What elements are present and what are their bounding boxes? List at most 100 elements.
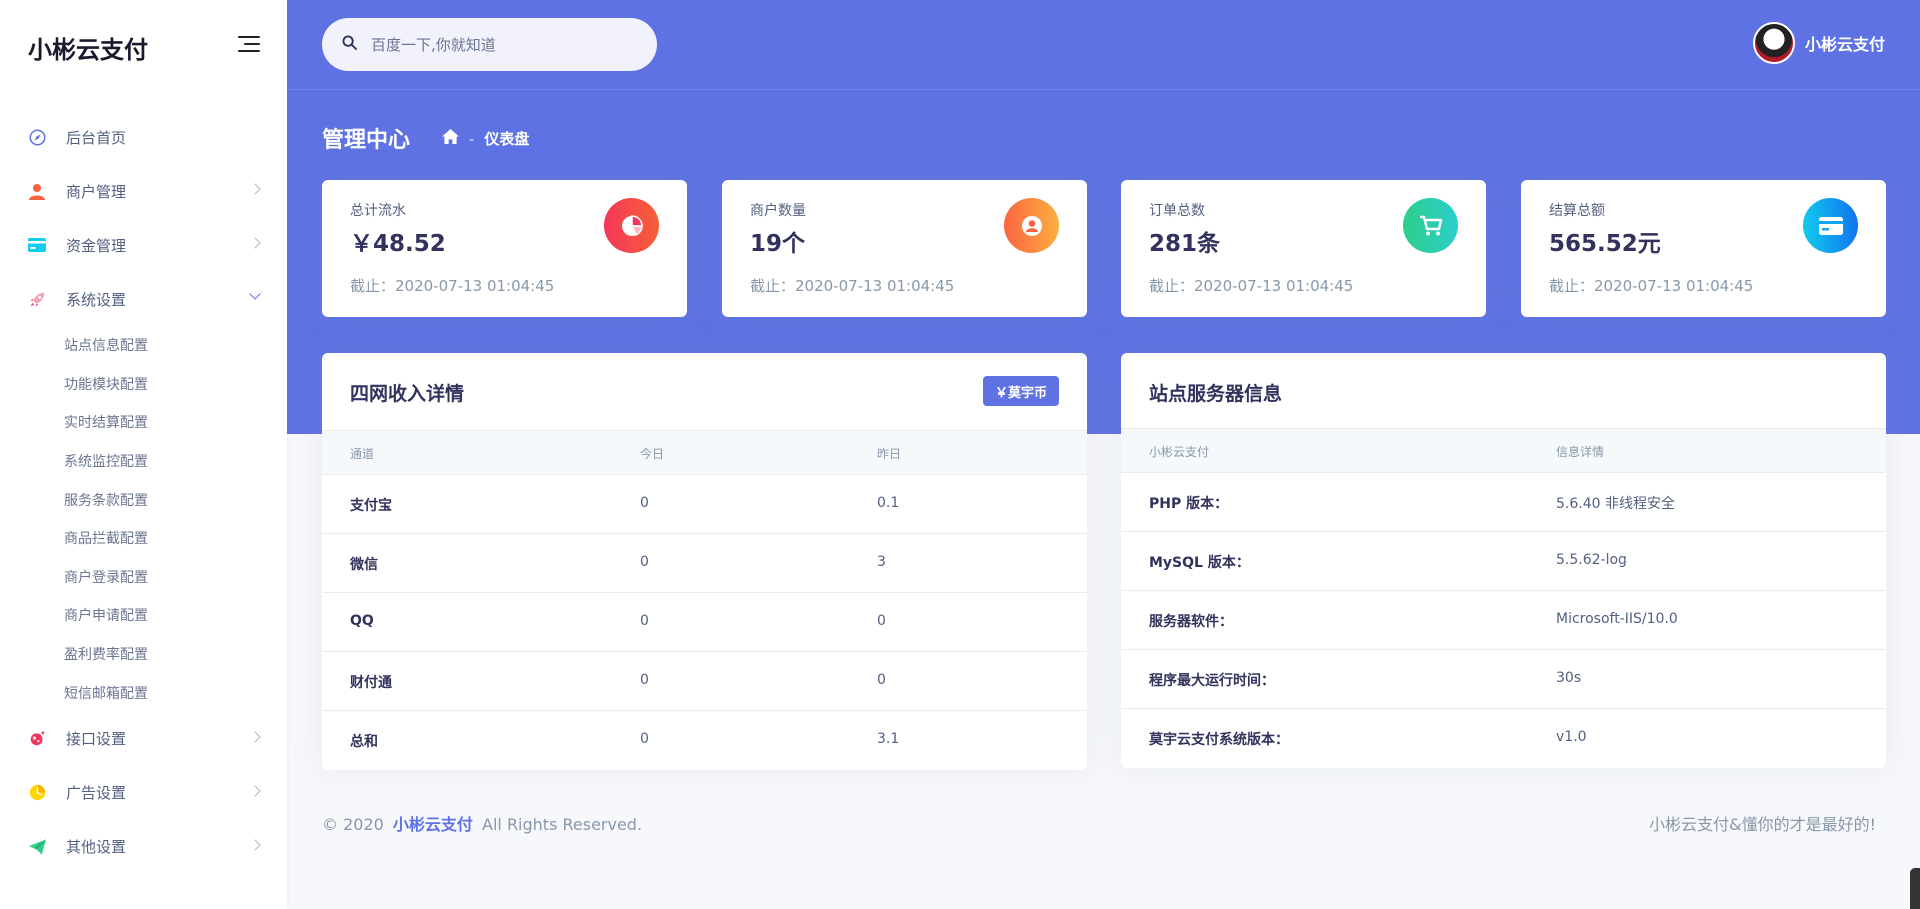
currency-badge-button[interactable]: ￥莫宇币 [982, 376, 1059, 406]
info-key: MySQL 版本： [1149, 555, 1250, 571]
sidebar-item-label: 系统设置 [66, 290, 127, 309]
breadcrumb-separator: - [469, 129, 475, 148]
table-row: QQ 0 0 [322, 593, 1087, 652]
submenu-item[interactable]: 盈利费率配置 [64, 635, 287, 674]
system-settings-submenu: 站点信息配置 功能模块配置 实时结算配置 系统监控配置 服务条款配置 商品拦截配… [0, 326, 287, 712]
stat-timestamp: 截止：2020-07-13 01:04:45 [350, 277, 555, 295]
footer-brand-link[interactable]: 小彬云支付 [393, 815, 473, 834]
table-row: PHP 版本： 5.6.40 非线程安全 [1121, 473, 1886, 532]
stat-card-total-flow: 总计流水 ￥48.52 截止：2020-07-13 01:04:45 [322, 180, 687, 317]
brand-logo[interactable]: 小彬云支付 [28, 30, 148, 65]
user-icon [28, 182, 46, 200]
breadcrumb-current[interactable]: 仪表盘 [484, 128, 529, 149]
stat-timestamp: 截止：2020-07-13 01:04:45 [750, 277, 955, 295]
table-row: 程序最大运行时间： 30s [1121, 650, 1886, 709]
stat-label: 总计流水 [350, 203, 406, 219]
sidebar-nav: 后台首页 商户管理 资金管理 系统设置 站点信息配置 功能模块配置 实时结算配置… [0, 110, 287, 874]
sidebar-item-interface-settings[interactable]: 接口设置 [0, 712, 287, 766]
credit-card-icon [1803, 198, 1858, 253]
info-key: PHP 版本： [1149, 496, 1229, 512]
yesterday-value: 3.1 [877, 731, 900, 747]
copyright-year: © 2020 [322, 815, 384, 834]
search-input[interactable] [371, 35, 631, 54]
today-value: 0 [640, 495, 649, 511]
sidebar-item-label: 资金管理 [66, 236, 127, 255]
credit-card-icon [28, 236, 46, 254]
today-value: 0 [640, 613, 649, 629]
submenu-item[interactable]: 商户申请配置 [64, 596, 287, 635]
stat-timestamp: 截止：2020-07-13 01:04:45 [1549, 277, 1754, 295]
plug-icon [28, 730, 46, 748]
info-key: 服务器软件： [1149, 614, 1233, 630]
yesterday-value: 0.1 [877, 495, 900, 511]
sidebar-item-funds[interactable]: 资金管理 [0, 218, 287, 272]
footer-copyright: © 2020 小彬云支付 All Rights Reserved. [322, 811, 642, 835]
submenu-item[interactable]: 功能模块配置 [64, 365, 287, 404]
channel-name: 支付宝 [350, 498, 392, 514]
avatar[interactable] [1752, 22, 1795, 64]
home-icon[interactable] [442, 129, 459, 148]
server-info-panel: 站点服务器信息 小彬云支付 信息详情 PHP 版本： 5.6.40 非线程安全 … [1121, 353, 1886, 768]
side-widget-tab[interactable] [1910, 868, 1920, 909]
column-header: 小彬云支付 [1149, 445, 1210, 459]
yesterday-value: 0 [877, 613, 886, 629]
submenu-item[interactable]: 实时结算配置 [64, 403, 287, 442]
column-header: 昨日 [877, 447, 902, 461]
table-row: 微信 0 3 [322, 534, 1087, 593]
search-box[interactable] [322, 18, 657, 71]
stat-timestamp: 截止：2020-07-13 01:04:45 [1149, 277, 1354, 295]
channel-name: 总和 [350, 734, 378, 750]
submenu-item[interactable]: 站点信息配置 [64, 326, 287, 365]
info-value: Microsoft-IIS/10.0 [1556, 611, 1678, 627]
sidebar-item-system-settings[interactable]: 系统设置 [0, 272, 287, 326]
sidebar-item-merchant[interactable]: 商户管理 [0, 164, 287, 218]
chart-pie-icon [604, 198, 659, 253]
stat-value: 19个 [750, 231, 806, 257]
search-icon [342, 35, 357, 54]
submenu-item[interactable]: 服务条款配置 [64, 480, 287, 519]
stat-label: 商户数量 [750, 203, 806, 219]
info-key: 莫宇云支付系统版本： [1149, 732, 1289, 748]
info-value: 5.5.62-log [1556, 552, 1627, 568]
chart-pie-icon [28, 784, 46, 802]
chevron-right-icon [249, 237, 261, 249]
sidebar-item-other-settings[interactable]: 其他设置 [0, 820, 287, 874]
today-value: 0 [640, 672, 649, 688]
user-circle-icon [1004, 198, 1059, 253]
rocket-icon [28, 290, 46, 308]
table-row: 莫宇云支付系统版本： v1.0 [1121, 709, 1886, 768]
yesterday-value: 3 [877, 554, 886, 570]
info-value: 30s [1556, 670, 1582, 686]
stat-card-order-count: 订单总数 281条 截止：2020-07-13 01:04:45 [1121, 180, 1486, 317]
breadcrumb: - 仪表盘 [442, 128, 529, 149]
income-panel: 四网收入详情 ￥莫宇币 通道 今日 昨日 支付宝 0 0.1 微信 0 3 QQ… [322, 353, 1087, 770]
sidebar-item-ad-settings[interactable]: 广告设置 [0, 766, 287, 820]
sidebar-item-label: 商户管理 [66, 182, 127, 201]
sidebar-toggle-menu-icon[interactable] [238, 36, 260, 54]
sidebar-item-home[interactable]: 后台首页 [0, 110, 287, 164]
user-menu[interactable]: 小彬云支付 [1752, 22, 1885, 64]
stat-label: 订单总数 [1149, 203, 1205, 219]
footer-slogan: 小彬云支付&懂你的才是最好的! [1649, 815, 1876, 834]
submenu-item[interactable]: 商户登录配置 [64, 558, 287, 597]
submenu-item[interactable]: 短信邮箱配置 [64, 673, 287, 712]
chevron-right-icon [249, 731, 261, 743]
submenu-item[interactable]: 商品拦截配置 [64, 519, 287, 558]
channel-name: 微信 [350, 557, 378, 573]
panel-title: 站点服务器信息 [1149, 383, 1283, 405]
stat-card-settlement-total: 结算总额 565.52元 截止：2020-07-13 01:04:45 [1521, 180, 1886, 317]
info-key: 程序最大运行时间： [1149, 673, 1275, 689]
chevron-down-icon [249, 288, 261, 300]
info-value: 5.6.40 非线程安全 [1556, 496, 1675, 512]
submenu-item[interactable]: 系统监控配置 [64, 442, 287, 481]
rights-text: All Rights Reserved. [482, 815, 643, 834]
sidebar-item-label: 其他设置 [66, 838, 127, 857]
column-header: 通道 [350, 447, 375, 461]
sidebar-item-label: 广告设置 [66, 784, 127, 803]
chevron-right-icon [249, 183, 261, 195]
today-value: 0 [640, 554, 649, 570]
channel-name: QQ [350, 613, 374, 629]
table-row: MySQL 版本： 5.5.62-log [1121, 532, 1886, 591]
stat-card-merchant-count: 商户数量 19个 截止：2020-07-13 01:04:45 [722, 180, 1087, 317]
stat-value: 565.52元 [1549, 231, 1661, 257]
